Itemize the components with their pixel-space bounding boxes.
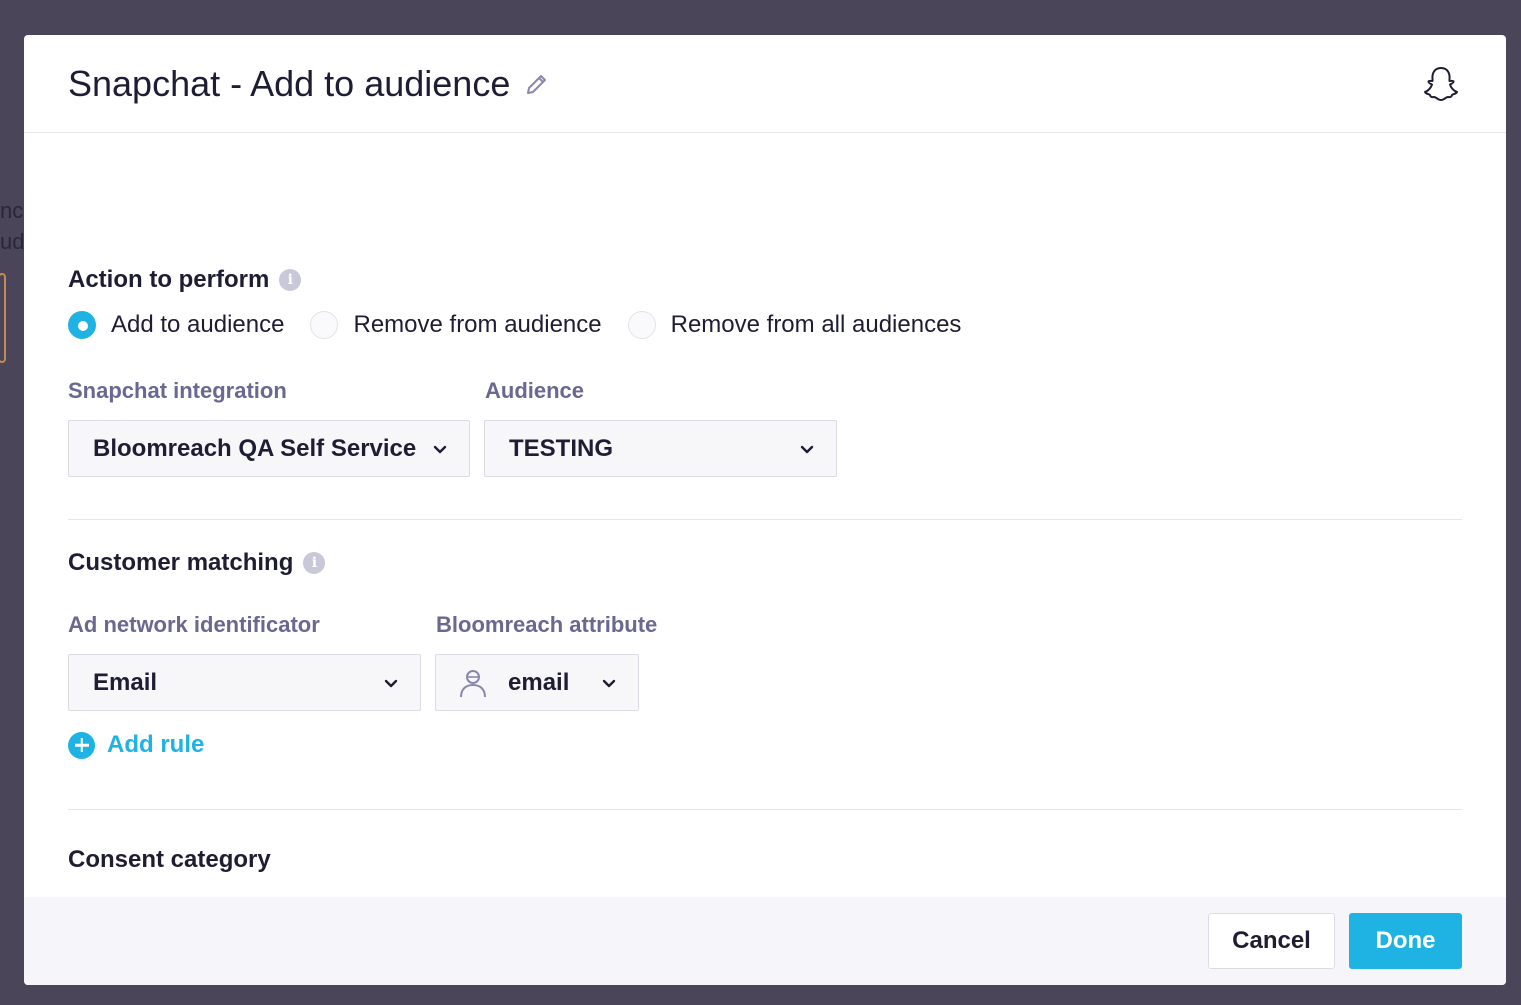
background-card-edge [0, 273, 6, 363]
section-divider [68, 519, 1462, 520]
radio-label: Add to audience [111, 311, 285, 338]
info-icon[interactable]: i [303, 552, 326, 574]
info-icon[interactable]: i [279, 269, 302, 291]
attribute-label: Bloomreach attribute [436, 612, 658, 637]
ad-network-label: Ad network identificator [68, 612, 320, 637]
consent-title-text: Consent category [68, 846, 271, 873]
integration-select[interactable]: Bloomreach QA Self Service [68, 420, 470, 477]
radio-remove-from-audience[interactable]: Remove from audience [310, 311, 602, 339]
cancel-button[interactable]: Cancel [1208, 913, 1335, 969]
matching-section-title: Customer matching i [68, 549, 326, 577]
chevron-down-icon [800, 445, 814, 454]
modal-title: Snapchat - Add to audience [68, 62, 511, 104]
chevron-down-icon [433, 445, 447, 454]
add-rule-button[interactable]: Add rule [68, 731, 204, 759]
matching-title-text: Customer matching [68, 549, 294, 576]
ad-network-value: Email [93, 668, 158, 696]
section-divider [68, 809, 1462, 810]
done-button[interactable]: Done [1349, 913, 1462, 969]
audience-select[interactable]: TESTING [484, 420, 837, 477]
radio-label: Remove from audience [353, 311, 602, 338]
user-icon [460, 669, 486, 697]
integration-value: Bloomreach QA Self Service [93, 434, 417, 462]
radio-unchecked-icon[interactable] [627, 311, 656, 339]
chevron-down-icon [602, 679, 616, 688]
add-rule-label: Add rule [107, 731, 205, 758]
radio-remove-from-all-audiences[interactable]: Remove from all audiences [627, 311, 962, 339]
plus-circle-icon [68, 731, 95, 759]
audience-value: TESTING [509, 434, 614, 462]
modal-header: Snapchat - Add to audience [24, 35, 1506, 133]
radio-add-to-audience[interactable]: Add to audience [68, 311, 284, 339]
chevron-down-icon [384, 679, 398, 688]
action-title-text: Action to perform [68, 266, 270, 293]
action-section-title: Action to perform i [68, 266, 302, 294]
modal-footer: Cancel Done [24, 897, 1506, 985]
integration-label: Snapchat integration [68, 378, 287, 403]
audience-label: Audience [485, 378, 585, 403]
consent-section-title: Consent category [68, 846, 271, 874]
attribute-select[interactable]: email [435, 654, 639, 711]
radio-label: Remove from all audiences [670, 311, 962, 338]
radio-unchecked-icon[interactable] [310, 311, 339, 339]
modal-dialog: Snapchat - Add to audience Action to per… [24, 35, 1506, 985]
attribute-value: email [508, 668, 570, 696]
snapchat-ghost-icon [1422, 65, 1460, 103]
action-radio-group: Add to audience Remove from audience Rem… [68, 311, 987, 339]
radio-checked-icon[interactable] [68, 311, 96, 339]
pencil-icon[interactable] [524, 71, 550, 97]
ad-network-select[interactable]: Email [68, 654, 421, 711]
